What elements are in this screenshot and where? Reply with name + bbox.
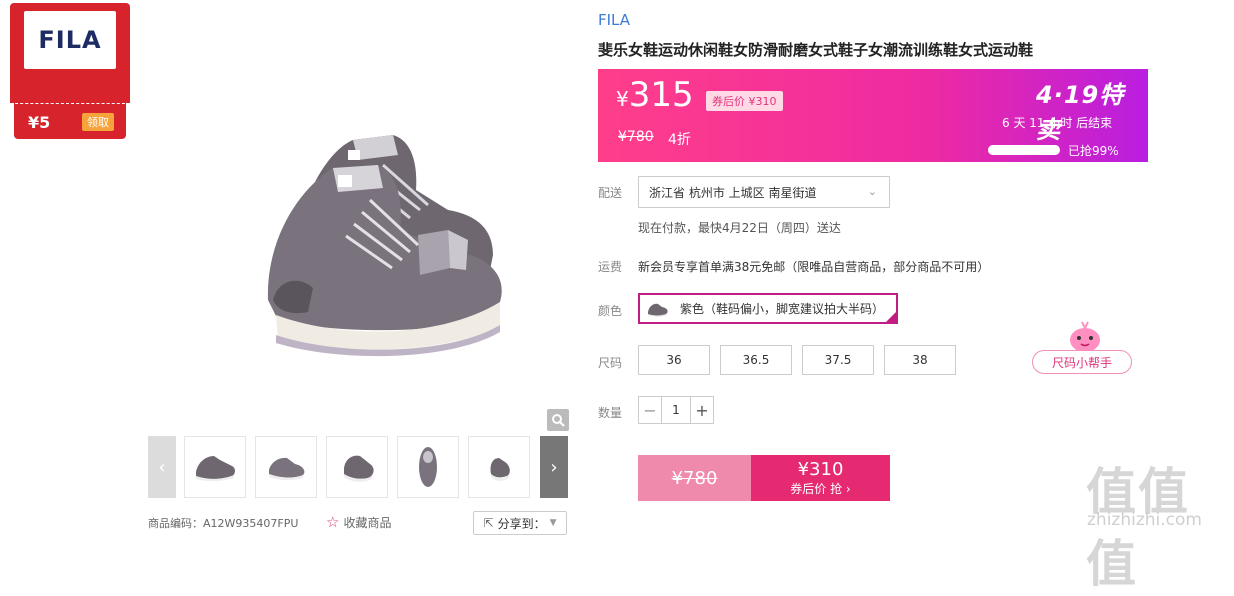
product-title: 斐乐女鞋运动休闲鞋女防滑耐磨女式鞋子女潮流训练鞋女式运动鞋 [598,41,1034,59]
product-code: 商品编码：A12W935407FPU [148,517,299,530]
countdown-timer: 6 天 11 小时 后结束 [1002,116,1113,130]
discount-label: 4折 [668,132,691,148]
chevron-down-icon: ▼ [549,518,557,528]
plus-button[interactable]: + [691,397,713,423]
size-helper-button[interactable]: 尺码小帮手 [1032,320,1136,376]
color-label: 颜色 [598,304,623,318]
thumbnail-prev-button[interactable]: ‹ [148,436,176,498]
promo-title: 4·19特卖 [1036,81,1125,144]
thumbnail-3[interactable] [326,436,388,498]
buy-now-button[interactable]: ¥310 券后价 抢 › [751,455,890,501]
address-value: 浙江省 杭州市 上城区 南星街道 [649,185,817,200]
zoom-icon[interactable] [547,409,569,431]
price-banner: ¥315 券后价 ¥310 ¥780 4折 4·19特卖 6 天 11 小时 后… [598,69,1148,162]
fila-logo: FILA [24,11,116,69]
coupon-divider [10,103,130,104]
size-option[interactable]: 36.5 [720,345,792,375]
quantity-stepper: − 1 + [638,396,714,424]
delivery-estimate: 现在付款，最快4月22日（周四）送达 [638,221,841,235]
brand-link[interactable]: FILA [598,11,630,29]
minus-button[interactable]: − [639,397,661,423]
shipping-fee-label: 运费 [598,260,623,274]
chevron-right-icon: › [550,456,558,478]
sold-percent: 已抢99% [1068,144,1119,158]
share-label: 分享到： [497,516,546,531]
color-option-purple[interactable]: 紫色（鞋码偏小，脚宽建议拍大半码） [638,293,898,324]
coupon-footer: ¥5 领取 [14,103,126,139]
quantity-input[interactable]: 1 [661,397,691,423]
thumbnail-4[interactable] [397,436,459,498]
buy-original-price: ¥780 [638,455,751,501]
main-product-image[interactable] [148,40,568,430]
coupon-header: FILA [10,3,130,103]
thumbnail-2[interactable] [255,436,317,498]
check-icon [884,310,898,324]
size-label: 尺码 [598,356,623,370]
thumbnail-5[interactable] [468,436,530,498]
shipping-label: 配送 [598,186,623,200]
claim-coupon-button[interactable]: 领取 [82,113,114,131]
chevron-down-icon: ⌄ [867,185,877,198]
size-option[interactable]: 37.5 [802,345,874,375]
favorite-button[interactable]: ☆ 收藏商品 [326,513,391,531]
currency-symbol: ¥ [616,87,629,111]
quantity-label: 数量 [598,406,623,420]
shipping-fee-text: 新会员专享首单满38元免邮（限唯品自营商品，部分商品不可用） [638,260,990,274]
share-dropdown[interactable]: ⇱ 分享到： ▼ [473,511,567,535]
sold-progress-fill [988,145,1060,155]
fila-logo-text: FILA [38,26,102,54]
thumbnail-next-button[interactable]: › [540,436,568,498]
mascot-icon [1070,321,1100,352]
buy-price: ¥310 [797,459,844,480]
site-watermark-url: zhizhizhi.com [1087,510,1202,530]
current-price-value: 315 [628,75,694,115]
favorite-label: 收藏商品 [343,515,392,530]
coupon-amount: ¥5 [28,113,51,132]
current-price: ¥315 [616,75,694,115]
buy-sub-label: 券后价 抢 › [790,482,851,496]
share-icon: ⇱ [483,516,494,530]
size-option[interactable]: 36 [638,345,710,375]
chevron-left-icon: ‹ [158,456,166,478]
size-helper-label: 尺码小帮手 [1032,350,1132,374]
color-swatch-thumbnail [648,303,668,316]
size-option[interactable]: 38 [884,345,956,375]
buy-button[interactable]: ¥780 ¥310 券后价 抢 › [638,455,890,501]
brand-coupon[interactable]: FILA ¥5 领取 [10,3,130,139]
sold-progress-bar [988,145,1060,155]
original-price: ¥780 [618,129,654,145]
color-option-label: 紫色（鞋码偏小，脚宽建议拍大半码） [680,302,885,316]
address-select[interactable]: 浙江省 杭州市 上城区 南星街道 ⌄ [638,176,890,208]
star-icon: ☆ [326,513,340,531]
thumbnail-1[interactable] [184,436,246,498]
after-coupon-badge: 券后价 ¥310 [706,91,783,111]
